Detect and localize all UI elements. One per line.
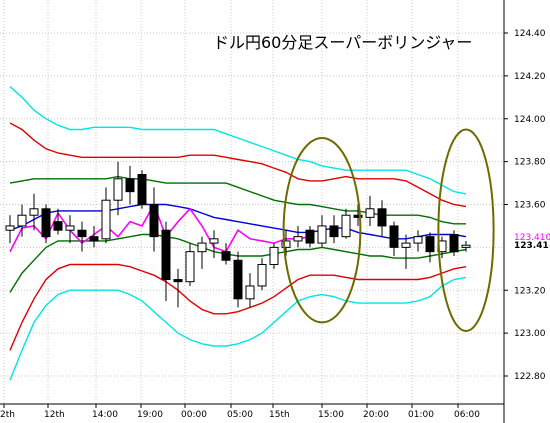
candle-body	[305, 229, 315, 244]
candle-body	[341, 214, 351, 238]
candle-body	[389, 225, 399, 248]
candle-body	[89, 236, 99, 242]
candle-body	[113, 178, 123, 201]
y-tick-label: 122.80	[514, 372, 546, 382]
candle-body	[401, 242, 411, 248]
candle-body	[425, 236, 435, 253]
x-tick-label: 15:00	[318, 410, 344, 420]
y-tick-label: 123.20	[514, 286, 546, 296]
bollinger-chart: 124.40124.20124.00123.80123.60123.41123.…	[0, 0, 550, 423]
candle-body	[293, 236, 303, 242]
candle-body	[221, 251, 231, 261]
candle-body	[137, 173, 147, 206]
x-tick-label: 05:00	[227, 410, 253, 420]
y-tick-label: 123.60	[514, 201, 546, 211]
y-tick-label: 124.00	[514, 115, 546, 125]
candle-body	[449, 234, 459, 253]
candle-body	[197, 242, 207, 253]
candle-body	[329, 225, 339, 238]
candle-body	[29, 208, 39, 216]
x-tick-label: 01:00	[408, 410, 434, 420]
y-tick-label: 124.20	[514, 72, 546, 82]
candle-body	[185, 251, 195, 283]
candle-body	[317, 225, 327, 244]
chart-title: ドル円60分足スーパーボリンジャー	[213, 33, 472, 52]
x-tick-label: 20:00	[363, 410, 389, 420]
y-tick-label: 123.80	[514, 158, 546, 168]
candle-body	[77, 229, 87, 238]
candle-body	[5, 225, 15, 231]
x-tick-label: 15th	[269, 410, 290, 420]
x-tick-label: 19:00	[137, 410, 163, 420]
candle-body	[209, 238, 219, 244]
candle-body	[413, 236, 423, 244]
candle-body	[173, 279, 183, 283]
candle-body	[257, 264, 267, 287]
candle-body	[377, 208, 387, 227]
candle-body	[149, 204, 159, 238]
y-tick-label: 124.40	[514, 29, 546, 39]
candle-body	[41, 208, 51, 238]
candle-body	[461, 244, 471, 248]
candle-body	[53, 221, 63, 231]
x-tick-label: 2th	[0, 410, 15, 420]
x-tick-label: 06:00	[454, 410, 480, 420]
last-price-label-secondary: 123.410	[514, 233, 550, 243]
candle-body	[125, 178, 135, 193]
y-tick-label: 123.00	[514, 329, 546, 339]
candle-body	[161, 229, 171, 281]
candle-body	[365, 208, 375, 218]
x-tick-label: 00:00	[181, 410, 207, 420]
x-tick-label: 14:00	[92, 410, 118, 420]
candle-body	[17, 214, 27, 227]
candle-body	[101, 199, 111, 240]
candle-body	[245, 285, 255, 300]
x-tick-label: 12th	[44, 410, 65, 420]
candle-body	[65, 225, 75, 231]
candle-body	[233, 259, 243, 300]
candle-body	[269, 246, 279, 266]
